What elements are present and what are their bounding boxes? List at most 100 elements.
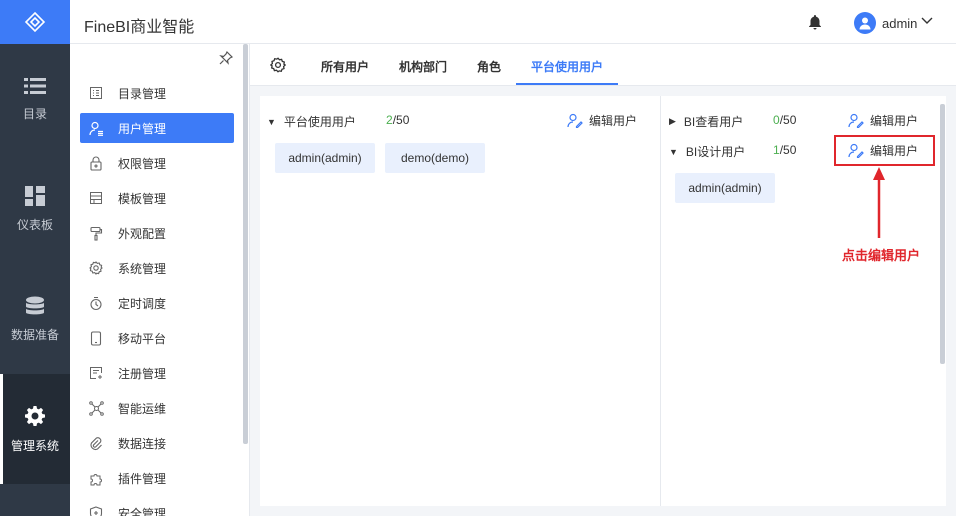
shield-icon [88,505,104,516]
dashboard-icon [25,185,45,206]
admin-sub-sidebar: 目录管理 用户管理 权限管理 模板管理 外观配置 系统管理 定时调度 移动平台 … [70,44,250,516]
list-icon [24,77,46,94]
edit-user-icon [848,113,864,128]
nav-item-label: 仪表板 [16,217,53,232]
subnav-label: 注册管理 [118,366,167,381]
tab-bar: 所有用户 机构部门 角色 平台使用用户 [250,44,956,86]
count-total: /50 [779,113,797,127]
subnav-label: 定时调度 [118,296,167,311]
subnav-item-schedule[interactable]: 定时调度 [80,288,234,318]
user-chip-admin[interactable]: admin(admin) [275,143,375,173]
subnav-item-appearance[interactable]: 外观配置 [80,218,234,248]
subnav-item-permission[interactable]: 权限管理 [80,148,234,178]
user-avatar-icon [859,17,871,30]
group-name: BI设计用户 [685,145,746,159]
group-bi-viewer[interactable]: ▶ BI查看用户 [669,113,743,130]
sidebar-scrollbar[interactable] [243,44,248,444]
expand-triangle-icon[interactable]: ▼ [669,147,678,157]
group-bi-designer[interactable]: ▼ BI设计用户 [669,143,745,160]
subnav-item-catalog[interactable]: 目录管理 [80,78,234,108]
catalog-icon [88,85,104,101]
subnav-label: 权限管理 [118,156,167,171]
subnav-label: 外观配置 [118,226,167,241]
count-used: 2 [386,113,393,127]
user-count: 2/50 [386,113,409,127]
collapse-triangle-icon[interactable]: ▶ [669,116,676,127]
subnav-item-security[interactable]: 安全管理 [80,498,234,516]
subnav-item-register[interactable]: 注册管理 [80,358,234,388]
nav-item-data-prep[interactable]: 数据准备 [0,264,70,374]
annotation-arrow [873,167,885,238]
subnav-label: 系统管理 [118,261,167,276]
active-tab-indicator [516,83,618,85]
nav-item-label: 数据准备 [10,327,59,342]
template-icon [88,190,104,206]
main-sidebar: 目录 仪表板 数据准备 管理系统 [0,0,70,516]
bell-icon[interactable] [808,14,822,30]
gear-icon [25,405,45,426]
edit-user-label: 编辑用户 [870,114,919,128]
group-platform-users[interactable]: ▼ 平台使用用户 [267,113,356,130]
register-icon [88,365,104,381]
avatar[interactable] [854,12,876,34]
subnav-item-data-connection[interactable]: 数据连接 [80,428,234,458]
logo-icon [24,11,46,33]
expand-triangle-icon[interactable]: ▼ [267,117,276,127]
user-count: 0/50 [773,113,796,127]
count-total: /50 [392,113,410,127]
count-used: 1 [773,143,780,157]
edit-user-button[interactable]: 编辑用户 [848,112,918,129]
highlight-box [834,135,935,166]
subnav-label: 安全管理 [118,506,167,516]
nav-item-label: 管理系统 [10,438,59,453]
settings-icon [88,260,104,276]
group-name: BI查看用户 [683,115,744,129]
tab-departments[interactable]: 机构部门 [399,58,447,75]
nav-item-label: 目录 [22,106,47,121]
annotation-label: 点击编辑用户 [842,248,921,263]
subnav-label: 用户管理 [118,121,167,136]
user-manage-icon [88,120,104,136]
link-icon [88,435,104,451]
user-chip-demo[interactable]: demo(demo) [385,143,485,173]
count-used: 0 [773,113,780,127]
settings-icon[interactable] [270,57,286,73]
paint-roller-icon [88,225,104,241]
tab-platform-users[interactable]: 平台使用用户 [531,58,603,75]
app-title: FineBI商业智能 [84,19,195,36]
mobile-icon [88,330,104,346]
tab-all-users[interactable]: 所有用户 [321,58,369,75]
puzzle-icon [88,470,104,486]
nav-item-catalog[interactable]: 目录 [0,44,70,154]
subnav-item-user-manage[interactable]: 用户管理 [80,113,234,143]
top-header: FineBI商业智能 admin [70,0,956,44]
edit-user-icon [567,113,583,128]
subnav-label: 模板管理 [118,191,167,206]
subnav-item-mobile[interactable]: 移动平台 [80,323,234,353]
subnav-label: 智能运维 [118,401,167,416]
subnav-label: 插件管理 [118,471,167,486]
database-icon [26,296,44,314]
timer-icon [88,295,104,311]
subnav-item-ops[interactable]: 智能运维 [80,393,234,423]
subnav-item-template[interactable]: 模板管理 [80,183,234,213]
subnav-item-plugin[interactable]: 插件管理 [80,463,234,493]
username[interactable]: admin [882,16,917,31]
tab-roles[interactable]: 角色 [477,58,501,75]
user-chip-admin[interactable]: admin(admin) [675,173,775,203]
group-name: 平台使用用户 [283,115,356,129]
subnav-item-system[interactable]: 系统管理 [80,253,234,283]
pin-icon[interactable] [218,50,234,66]
subnav-label: 移动平台 [118,331,167,346]
edit-user-label: 编辑用户 [589,114,638,128]
count-total: /50 [779,143,797,157]
nav-item-dashboard[interactable]: 仪表板 [0,154,70,264]
panel-scrollbar[interactable] [940,104,945,364]
subnav-label: 数据连接 [118,436,167,451]
lock-icon [88,155,104,171]
edit-user-button[interactable]: 编辑用户 [567,112,637,129]
chevron-down-icon[interactable] [921,16,933,26]
logo[interactable] [0,0,70,44]
nav-item-admin-system[interactable]: 管理系统 [0,374,70,484]
user-count: 1/50 [773,143,796,157]
